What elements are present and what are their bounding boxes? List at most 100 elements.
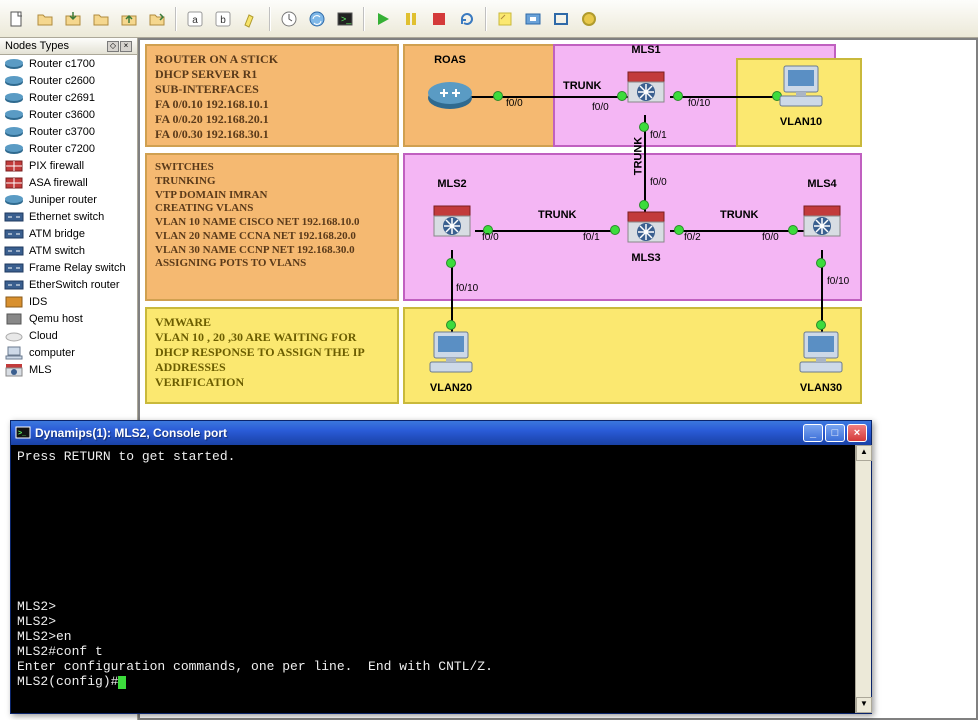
screenshot-button[interactable] <box>520 6 546 32</box>
pc-icon <box>776 64 826 110</box>
console-button[interactable]: >_ <box>332 6 358 32</box>
link-endpoint <box>674 225 684 235</box>
node-item-frame-relay-switch[interactable]: Frame Relay switch <box>0 259 137 276</box>
console-scrollbar[interactable]: ▲ ▼ <box>855 445 871 713</box>
cloud-icon <box>3 329 25 343</box>
node-item-ethernet-switch[interactable]: Ethernet switch <box>0 208 137 225</box>
reload-button[interactable] <box>454 6 480 32</box>
console-minimize-button[interactable]: _ <box>803 424 823 442</box>
svg-text:b: b <box>220 15 226 26</box>
scroll-down-button[interactable]: ▼ <box>856 697 872 713</box>
link-endpoint <box>788 225 798 235</box>
rectangle-tool-button[interactable] <box>548 6 574 32</box>
switch-icon <box>3 261 25 275</box>
link-caption-trunk: TRUNK <box>720 209 759 221</box>
console-close-button[interactable]: × <box>847 424 867 442</box>
device-roas[interactable]: ROAS <box>426 54 474 119</box>
device-vlan10[interactable]: VLAN10 <box>776 64 826 130</box>
node-item-cloud[interactable]: Cloud <box>0 327 137 344</box>
node-item-asa-firewall[interactable]: ASA firewall <box>0 174 137 191</box>
device-mls2[interactable]: MLS2 <box>428 178 476 243</box>
snapshot-a-button[interactable]: a <box>182 6 208 32</box>
port-label: f0/1 <box>650 130 667 141</box>
link-endpoint <box>446 320 456 330</box>
open-button[interactable] <box>32 6 58 32</box>
node-item-qemu-host[interactable]: Qemu host <box>0 310 137 327</box>
node-item-computer[interactable]: computer <box>0 344 137 361</box>
link-caption-trunk: TRUNK <box>632 137 644 176</box>
node-item-atm-switch[interactable]: ATM switch <box>0 242 137 259</box>
circle-tool-button[interactable] <box>576 6 602 32</box>
node-item-juniper-router[interactable]: Juniper router <box>0 191 137 208</box>
node-label: Router c2691 <box>29 92 95 104</box>
highlight-button[interactable] <box>238 6 264 32</box>
ids-icon <box>3 295 25 309</box>
console-window[interactable]: >_ Dynamips(1): MLS2, Console port _ □ ×… <box>10 420 872 714</box>
pause-button[interactable] <box>398 6 424 32</box>
sidebar-undock-button[interactable]: ◇ <box>107 41 119 52</box>
node-item-router-c7200[interactable]: Router c7200 <box>0 140 137 157</box>
router-icon <box>3 142 25 156</box>
scroll-up-button[interactable]: ▲ <box>856 445 872 461</box>
device-mls3[interactable]: MLS3 <box>622 198 670 266</box>
port-label: f0/10 <box>456 283 478 294</box>
device-vlan30[interactable]: VLAN30 <box>796 330 846 396</box>
node-item-router-c2691[interactable]: Router c2691 <box>0 89 137 106</box>
node-item-ids[interactable]: IDS <box>0 293 137 310</box>
snapshot-b-button[interactable]: b <box>210 6 236 32</box>
node-item-etherswitch-router[interactable]: EtherSwitch router <box>0 276 137 293</box>
switch-icon <box>3 244 25 258</box>
sidebar-close-button[interactable]: × <box>120 41 132 52</box>
router-icon <box>3 57 25 71</box>
note-tool-button[interactable] <box>492 6 518 32</box>
node-item-mls[interactable]: MLS <box>0 361 137 378</box>
folder-button[interactable] <box>88 6 114 32</box>
export-button[interactable] <box>144 6 170 32</box>
pc-icon <box>426 330 476 376</box>
toolbar-separator <box>485 7 487 31</box>
node-item-router-c1700[interactable]: Router c1700 <box>0 55 137 72</box>
device-label: VLAN20 <box>426 382 476 394</box>
device-label: ROAS <box>426 54 474 66</box>
console-output[interactable]: Press RETURN to get started. MLS2> MLS2>… <box>11 445 855 713</box>
node-item-router-c3600[interactable]: Router c3600 <box>0 106 137 123</box>
mls-icon <box>798 192 846 240</box>
port-label: f0/10 <box>827 276 849 287</box>
port-label: f0/0 <box>482 232 499 243</box>
svg-text:a: a <box>192 15 198 26</box>
device-mls1[interactable]: MLS1 <box>622 44 670 109</box>
toolbar-separator <box>363 7 365 31</box>
clock-button[interactable] <box>276 6 302 32</box>
console-icon: >_ <box>15 425 31 441</box>
host-icon <box>3 312 25 326</box>
link-endpoint <box>673 91 683 101</box>
mls-icon <box>428 192 476 240</box>
note-switches: SWITCHESTRUNKINGVTP DOMAIN IMRANCREATING… <box>145 153 399 301</box>
switch-icon <box>3 227 25 241</box>
node-item-pix-firewall[interactable]: PIX firewall <box>0 157 137 174</box>
node-item-router-c3700[interactable]: Router c3700 <box>0 123 137 140</box>
port-label: f0/10 <box>688 98 710 109</box>
port-label: f0/0 <box>650 177 667 188</box>
play-button[interactable] <box>370 6 396 32</box>
node-item-router-c2600[interactable]: Router c2600 <box>0 72 137 89</box>
stop-button[interactable] <box>426 6 452 32</box>
import-button[interactable] <box>60 6 86 32</box>
node-label: ATM switch <box>29 245 85 257</box>
console-maximize-button[interactable]: □ <box>825 424 845 442</box>
save-button[interactable] <box>116 6 142 32</box>
device-label: MLS1 <box>622 44 670 56</box>
link-endpoint <box>639 122 649 132</box>
network-refresh-button[interactable] <box>304 6 330 32</box>
node-item-atm-bridge[interactable]: ATM bridge <box>0 225 137 242</box>
router-icon <box>426 68 474 116</box>
link-endpoint <box>446 258 456 268</box>
sidebar-title-bar: Nodes Types ◇ × <box>0 38 137 55</box>
device-vlan20[interactable]: VLAN20 <box>426 330 476 396</box>
new-file-button[interactable] <box>4 6 30 32</box>
device-label: MLS2 <box>428 178 476 190</box>
console-title-text: Dynamips(1): MLS2, Console port <box>31 426 803 440</box>
node-label: Frame Relay switch <box>29 262 126 274</box>
device-mls4[interactable]: MLS4 <box>798 178 846 243</box>
console-title-bar[interactable]: >_ Dynamips(1): MLS2, Console port _ □ × <box>11 421 871 445</box>
